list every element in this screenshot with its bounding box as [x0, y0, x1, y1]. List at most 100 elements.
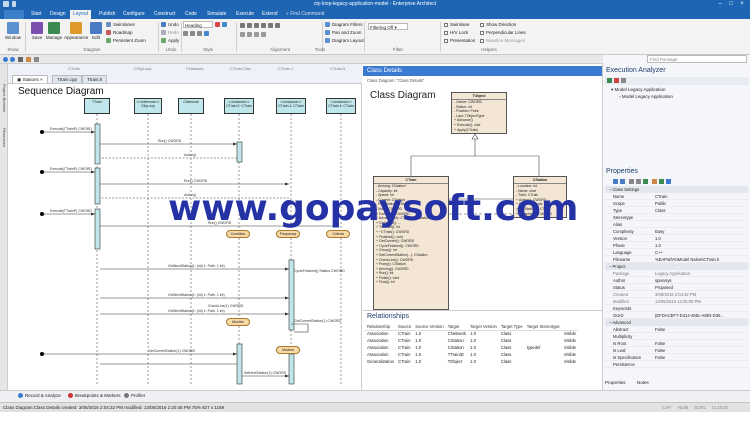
settings-icon[interactable]: [621, 78, 626, 83]
align-row-2[interactable]: [240, 31, 268, 38]
tab-construct[interactable]: Construct: [151, 10, 178, 19]
message-label[interactable]: CycleFinished() Station.CWORD: [294, 269, 345, 273]
tab-layout[interactable]: Layout: [70, 10, 92, 19]
property-row[interactable]: Version 1.0: [605, 235, 748, 242]
pan-zoom-button[interactable]: Pan and Zoom: [325, 29, 362, 36]
message-label[interactable]: GetCurrentStation(1) CWORD: [294, 319, 341, 323]
property-section-header[interactable]: – Advanced: [605, 319, 748, 326]
property-row[interactable]: Package Legacy Application: [605, 270, 748, 277]
property-row[interactable]: Persistence: [605, 361, 748, 368]
home-icon[interactable]: [18, 57, 23, 62]
column-header[interactable]: Relationship: [365, 323, 397, 331]
property-row[interactable]: Is Leaf False: [605, 347, 748, 354]
minimize-icon[interactable]: –: [716, 1, 724, 8]
analyzer-tree-item[interactable]: ▾ Model Legacy Application: [611, 87, 666, 93]
fragment[interactable]: Criteria: [326, 230, 350, 238]
property-row[interactable]: Filename %EAPath%\Model Native\CTrain.h: [605, 256, 748, 263]
property-row[interactable]: Abstract False: [605, 326, 748, 333]
filtering-select[interactable]: Filtering Off ▾: [368, 23, 408, 30]
hv-lock-checkbox[interactable]: H/V Lock: [444, 29, 468, 36]
class-box-tobject[interactable]: TObject - Owner: CWORD - Status: int - P…: [451, 92, 507, 134]
undo-button[interactable]: Undo: [161, 21, 179, 28]
column-header[interactable]: Source: [396, 323, 414, 331]
fragment[interactable]: Condition: [226, 230, 250, 238]
font-style-row[interactable]: [183, 30, 211, 37]
tab-design[interactable]: Design: [47, 10, 69, 19]
heading-select[interactable]: Heading: [183, 21, 213, 28]
column-header[interactable]: Target Type: [498, 323, 525, 331]
column-header[interactable]: [561, 323, 579, 331]
message-label[interactable]: CheckLine(1) CWORD: [208, 304, 243, 308]
property-row[interactable]: Complexity Easy: [605, 228, 748, 235]
fragment[interactable]: Modern: [276, 346, 300, 354]
properties-tab[interactable]: Properties: [605, 380, 626, 385]
property-row[interactable]: Is Specification False: [605, 354, 748, 361]
perpendicular-checkbox[interactable]: Perpendicular Lines: [480, 29, 526, 36]
property-row[interactable]: Scope Public: [605, 200, 748, 207]
message-label[interactable]: Run() CWORD: [184, 179, 207, 183]
appearance-button[interactable]: Appearance: [64, 21, 88, 45]
analyzer-tree-item[interactable]: ▫ Model Legacy Application: [619, 94, 673, 99]
column-header[interactable]: Target Stereotype: [524, 323, 562, 331]
property-row[interactable]: Status Proposed: [605, 284, 748, 291]
property-tool-icon[interactable]: [643, 179, 648, 184]
property-section-header[interactable]: – Project: [605, 263, 748, 270]
tab-execute[interactable]: Execute: [233, 10, 257, 19]
roadmap-button[interactable]: Roadmap: [106, 29, 133, 36]
tab-extend[interactable]: Extend: [259, 10, 281, 19]
message-label[interactable]: Run() CWORD: [158, 139, 181, 143]
tab-file[interactable]: [4, 10, 24, 19]
forward-icon[interactable]: [10, 57, 15, 62]
message-label[interactable]: GetNextStation(1: (int) 1: Path, 1 int): [168, 293, 225, 297]
property-row[interactable]: Modified 13/05/2016 12:05:08 PM: [605, 298, 748, 305]
relationships-pane[interactable]: Relationships Relationship Source Source…: [363, 310, 603, 390]
property-row[interactable]: Alias: [605, 221, 748, 228]
breakpoints-tab[interactable]: Breakpoints & Markers: [68, 393, 121, 399]
categorized-icon[interactable]: [613, 179, 618, 184]
message-label[interactable]: GetNextStation(1: (int) 1: Path, 1 int): [168, 264, 225, 268]
property-tool-icon[interactable]: [636, 179, 641, 184]
run-icon[interactable]: [607, 78, 612, 83]
record-analyze-tab[interactable]: Record & Analyze: [18, 393, 61, 399]
presentation-checkbox[interactable]: Presentation: [444, 37, 475, 44]
apply-button[interactable]: Apply: [161, 37, 179, 44]
tab-simulate[interactable]: Simulate: [204, 10, 229, 19]
show-direction-checkbox[interactable]: Show Direction: [480, 21, 516, 28]
stop-icon[interactable]: [614, 78, 619, 83]
property-row[interactable]: GUID {EFDACEF7-D414-485c-A883-D35...: [605, 312, 748, 319]
property-tool-icon[interactable]: [652, 179, 657, 184]
tab-publish[interactable]: Publish: [96, 10, 118, 19]
diagram-filters-button[interactable]: Diagram Filters: [325, 21, 363, 28]
baseline-checkbox[interactable]: Baseline Messages: [480, 37, 525, 44]
maximize-icon[interactable]: □: [727, 1, 735, 8]
column-header[interactable]: Source Version: [413, 323, 446, 331]
toolbox-icon[interactable]: [26, 57, 31, 62]
table-row[interactable]: Association CTrain 1.0 TTrainID 1.0 Class Visi…: [365, 351, 578, 358]
message-label[interactable]: Execute(TTrainP) CWORD: [50, 167, 92, 171]
browse-icon[interactable]: [34, 57, 39, 62]
fragment[interactable]: Frequency: [276, 230, 300, 238]
column-header[interactable]: Target Version: [468, 323, 499, 331]
property-row[interactable]: Name CTrain: [605, 193, 748, 200]
message-label[interactable]: Action(): [184, 153, 196, 157]
message-label[interactable]: Execute(TTrainP) CWORD: [50, 127, 92, 131]
notes-tab[interactable]: Notes: [637, 380, 649, 385]
table-row[interactable]: Association CTrain 1.0 CStation 1.0 Class type…: [365, 344, 578, 351]
property-row[interactable]: Phase 1.0: [605, 242, 748, 249]
property-row[interactable]: Is Root False: [605, 340, 748, 347]
property-tool-icon[interactable]: [666, 179, 671, 184]
tab-start[interactable]: Start: [28, 10, 45, 19]
profiler-tab[interactable]: Profiler: [124, 393, 145, 399]
manage-button[interactable]: Manage: [44, 21, 64, 45]
message-label[interactable]: GetNextStation(1: (int) 1: Path, 1 int): [168, 309, 225, 313]
property-row[interactable]: Author sparxsys: [605, 277, 748, 284]
alphabetical-icon[interactable]: [620, 179, 625, 184]
table-row[interactable]: Association CTrain 1.0 CNetwork 1.0 Class Visi…: [365, 330, 578, 337]
style-icons-row[interactable]: [215, 21, 229, 28]
property-tool-icon[interactable]: [629, 179, 634, 184]
column-header[interactable]: Target: [445, 323, 469, 331]
persistent-zoom-button[interactable]: Persistent Zoom: [106, 37, 146, 44]
project-browser-tab[interactable]: Project Browser: [1, 84, 7, 124]
tab-code[interactable]: Code: [182, 10, 200, 19]
window-button[interactable]: Window: [3, 21, 23, 45]
